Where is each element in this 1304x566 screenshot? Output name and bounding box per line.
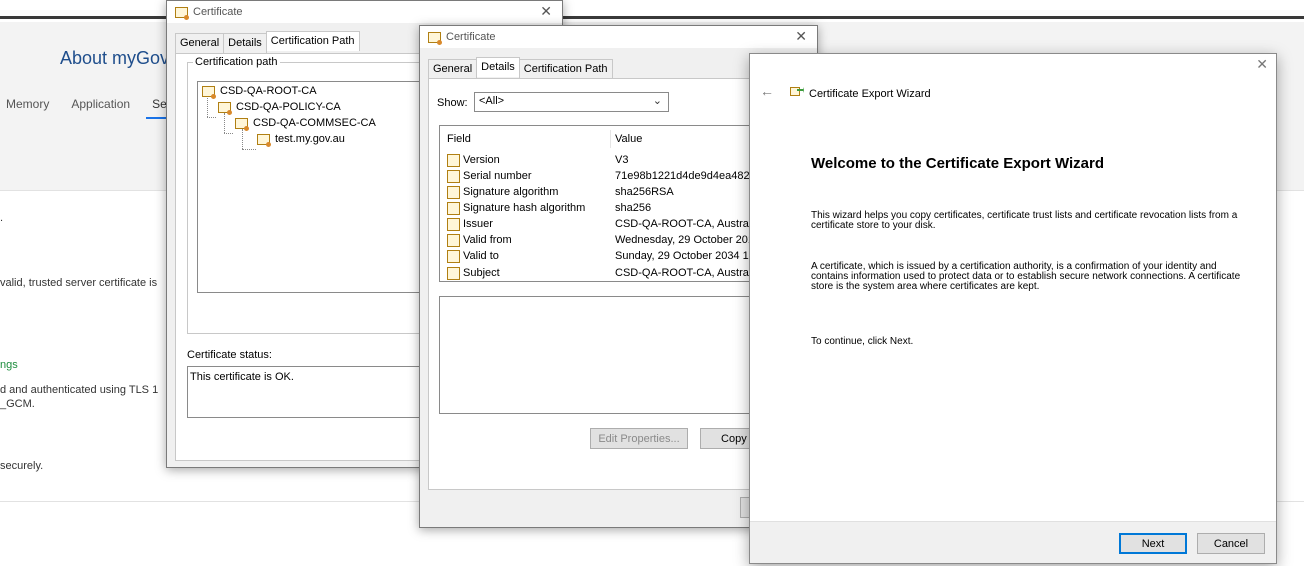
certificate-icon — [257, 133, 271, 147]
text-fragment: valid, trusted server certificate is — [0, 277, 158, 289]
field-value: sha256RSA — [615, 186, 674, 198]
group-label: Certification path — [193, 56, 280, 68]
list-item[interactable]: Issuer CSD-QA-ROOT-CA, Australia — [447, 216, 777, 232]
show-select-value: <All> — [479, 95, 505, 107]
tab-details[interactable]: Details — [223, 33, 267, 53]
list-item[interactable]: Signature hash algorithm sha256 — [447, 200, 777, 216]
edit-properties-button[interactable]: Edit Properties... — [590, 428, 688, 449]
tab-certification-path[interactable]: Certification Path — [265, 31, 360, 51]
certificate-icon — [235, 117, 249, 131]
field-value: Sunday, 29 October 2034 10 — [615, 250, 755, 262]
tab-application[interactable]: Application — [65, 97, 136, 119]
dialog-title: Certificate — [193, 6, 243, 18]
tree-item-label: CSD-QA-ROOT-CA — [220, 85, 317, 97]
show-label: Show: — [437, 97, 468, 109]
certificate-icon — [428, 31, 442, 45]
tree-item-label: test.my.gov.au — [275, 133, 345, 145]
show-select[interactable]: <All> ⌄ — [474, 92, 669, 112]
field-value: Wednesday, 29 October 201 — [615, 234, 755, 246]
list-item[interactable]: Valid from Wednesday, 29 October 201 — [447, 232, 777, 248]
wizard-header-title: Certificate Export Wizard — [809, 88, 931, 100]
column-header-field[interactable]: Field — [447, 133, 471, 145]
field-list[interactable]: Field Value Version V3 Serial number 71e… — [439, 125, 779, 282]
certificate-status-box: This certificate is OK. — [187, 366, 430, 418]
tree-item-label: CSD-QA-COMMSEC-CA — [253, 117, 376, 129]
field-icon — [447, 185, 460, 199]
tab-details[interactable]: Details — [476, 57, 520, 77]
tree-item-label: CSD-QA-POLICY-CA — [236, 101, 341, 113]
chevron-down-icon: ⌄ — [652, 95, 662, 107]
field-name: Signature hash algorithm — [463, 202, 586, 214]
dialog-tabs: General Details Certification Path — [428, 57, 613, 79]
field-icon — [447, 169, 460, 183]
next-button[interactable]: Next — [1119, 533, 1187, 554]
certificate-export-wizard: ✕ ← Certificate Export Wizard Welcome to… — [749, 53, 1277, 564]
certificate-icon — [202, 85, 216, 99]
field-name: Valid to — [463, 250, 499, 262]
certificate-icon — [218, 101, 232, 115]
field-icon — [447, 153, 460, 167]
field-name: Issuer — [463, 218, 493, 230]
text-fragment: securely. — [0, 460, 44, 472]
field-detail-box[interactable] — [439, 296, 779, 414]
field-value: CSD-QA-ROOT-CA, Australia — [615, 218, 760, 230]
tab-general[interactable]: General — [175, 33, 225, 53]
tree-item-root[interactable]: CSD-QA-ROOT-CA — [202, 85, 317, 99]
list-item[interactable]: Valid to Sunday, 29 October 2034 10 — [447, 248, 777, 264]
tree-item-leaf[interactable]: test.my.gov.au — [257, 133, 345, 147]
field-value: sha256 — [615, 202, 652, 214]
cancel-button[interactable]: Cancel — [1197, 533, 1265, 554]
text-fragment: _GCM. — [0, 398, 35, 410]
dialog-tabs: General Details Certification Path — [175, 31, 360, 53]
close-icon[interactable]: ✕ — [795, 28, 807, 45]
certification-path-tree[interactable]: CSD-QA-ROOT-CA CSD-QA-POLICY-CA CSD-QA-C… — [197, 81, 430, 293]
list-item[interactable]: Version V3 — [447, 152, 777, 168]
tree-item-commsec[interactable]: CSD-QA-COMMSEC-CA — [235, 117, 376, 131]
list-item[interactable]: Signature algorithm sha256RSA — [447, 184, 777, 200]
field-name: Version — [463, 154, 500, 166]
wizard-paragraph-description: A certificate, which is issued by a cert… — [811, 261, 1241, 292]
page-title: About myGov — [60, 48, 170, 68]
tab-certification-path[interactable]: Certification Path — [518, 59, 613, 79]
dialog-titlebar: Certificate ✕ — [167, 1, 562, 23]
field-icon — [447, 266, 460, 280]
export-wizard-icon — [790, 87, 804, 96]
dialog-title: Certificate — [446, 31, 496, 43]
text-fragment-heading: ngs — [0, 359, 18, 371]
field-name: Valid from — [463, 234, 512, 246]
wizard-footer: Next Cancel — [750, 521, 1276, 563]
wizard-paragraph-continue: To continue, click Next. — [811, 336, 914, 347]
list-item[interactable]: Serial number 71e98b1221d4de9d4ea4820 — [447, 168, 777, 184]
certificate-status-label: Certificate status: — [187, 349, 272, 361]
wizard-paragraph-intro: This wizard helps you copy certificates,… — [811, 210, 1238, 231]
dialog-titlebar: Certificate ✕ — [420, 26, 817, 48]
field-name: Signature algorithm — [463, 186, 559, 198]
list-item[interactable]: Subject CSD-QA-ROOT-CA, Australia — [447, 265, 777, 281]
tab-memory[interactable]: Memory — [0, 97, 55, 119]
field-name: Subject — [463, 267, 500, 279]
field-value: 71e98b1221d4de9d4ea4820 — [615, 170, 756, 182]
field-icon — [447, 249, 460, 263]
text-fragment: . — [0, 212, 4, 224]
field-icon — [447, 217, 460, 231]
certificate-icon — [175, 6, 189, 20]
devtools-tabs: Memory Application Sec — [0, 97, 189, 119]
column-header-value[interactable]: Value — [615, 133, 642, 145]
field-name: Serial number — [463, 170, 532, 182]
back-arrow-icon[interactable]: ← — [760, 83, 774, 99]
field-icon — [447, 201, 460, 215]
field-value: V3 — [615, 154, 629, 166]
tree-item-policy[interactable]: CSD-QA-POLICY-CA — [218, 101, 341, 115]
field-icon — [447, 233, 460, 247]
wizard-heading: Welcome to the Certificate Export Wizard — [811, 155, 1104, 172]
tab-general[interactable]: General — [428, 59, 478, 79]
text-fragment: d and authenticated using TLS 1 — [0, 384, 159, 396]
field-value: CSD-QA-ROOT-CA, Australia — [615, 267, 760, 279]
close-icon[interactable]: ✕ — [1256, 56, 1268, 73]
close-icon[interactable]: ✕ — [540, 3, 552, 20]
